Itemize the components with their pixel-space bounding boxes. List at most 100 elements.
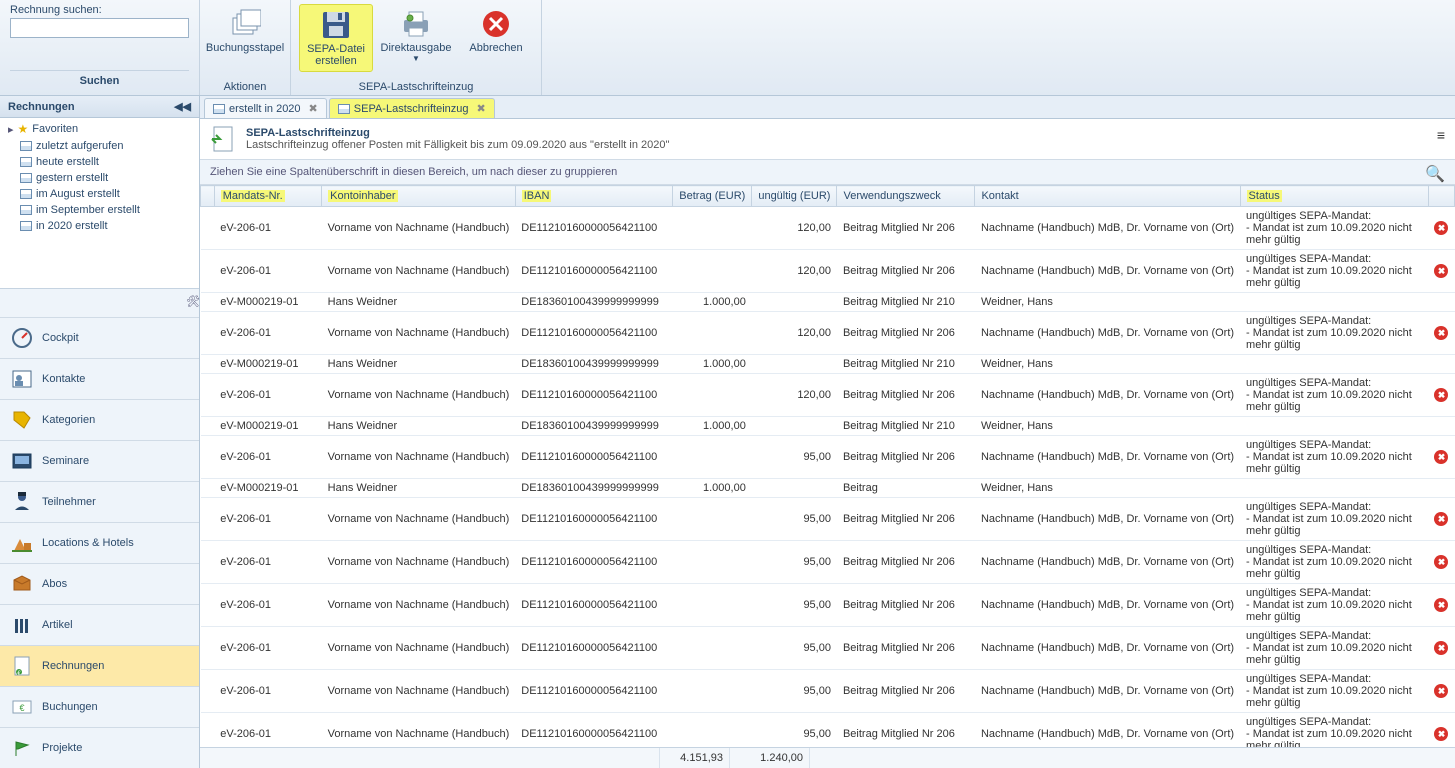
sidebar-nav-teilnehmer[interactable]: Teilnehmer — [0, 481, 199, 522]
error-icon: ✖ — [1434, 264, 1448, 278]
nav-icon — [10, 613, 34, 637]
search-label: Rechnung suchen: — [10, 4, 189, 16]
table-row[interactable]: eV-M000219-01Hans WeidnerDE1836010043999… — [201, 355, 1455, 374]
sidebar-tree-item[interactable]: zuletzt aufgerufen — [0, 138, 199, 154]
column-header[interactable]: ungültig (EUR) — [752, 186, 837, 207]
grid-icon — [20, 141, 32, 151]
nav-icon — [10, 490, 34, 514]
floppy-icon — [320, 9, 352, 41]
printer-icon — [400, 8, 432, 40]
table-row[interactable]: eV-M000219-01Hans WeidnerDE1836010043999… — [201, 293, 1455, 312]
nav-icon — [10, 408, 34, 432]
sidebar-nav-buchungen[interactable]: €Buchungen — [0, 686, 199, 727]
wrench-icon[interactable]: 🛠 — [185, 293, 201, 309]
table-row[interactable]: eV-206-01Vorname von Nachname (Handbuch)… — [201, 250, 1455, 293]
column-header[interactable]: Verwendungszweck — [837, 186, 975, 207]
nav-icon — [10, 326, 34, 350]
error-icon: ✖ — [1434, 450, 1448, 464]
table-row[interactable]: eV-206-01Vorname von Nachname (Handbuch)… — [201, 670, 1455, 713]
ribbon-abbrechen[interactable]: Abbrechen — [459, 4, 533, 58]
star-icon: ★ — [18, 122, 29, 136]
sidebar-tree-item[interactable]: in 2020 erstellt — [0, 218, 199, 234]
sidebar-tree-item[interactable]: im September erstellt — [0, 202, 199, 218]
table-row[interactable]: eV-M000219-01Hans WeidnerDE1836010043999… — [201, 479, 1455, 498]
ribbon-direktausgabe[interactable]: Direktausgabe ▼ — [379, 4, 453, 67]
search-panel: Rechnung suchen: Suchen — [0, 0, 200, 95]
grid-small-icon — [213, 104, 225, 114]
table-row[interactable]: eV-206-01Vorname von Nachname (Handbuch)… — [201, 436, 1455, 479]
grid-small-icon — [338, 104, 350, 114]
sidebar-tree: ▸★Favoritenzuletzt aufgerufenheute erste… — [0, 118, 199, 289]
sidebar-nav-seminare[interactable]: Seminare — [0, 440, 199, 481]
column-header[interactable]: Kontakt — [975, 186, 1240, 207]
group-bar[interactable]: Ziehen Sie eine Spaltenüberschrift in di… — [200, 160, 1455, 185]
sidebar-nav-kontakte[interactable]: Kontakte — [0, 358, 199, 399]
error-icon: ✖ — [1434, 326, 1448, 340]
grid-footer: 4.151,931.240,00 — [200, 747, 1455, 768]
ribbon-buchungsstapel[interactable]: Buchungsstapel — [208, 4, 282, 58]
grid-icon — [20, 189, 32, 199]
sepa-page-icon — [210, 125, 238, 153]
nav-icon — [10, 736, 34, 760]
table-row[interactable]: eV-M000219-01Hans WeidnerDE1836010043999… — [201, 417, 1455, 436]
collapse-icon[interactable]: ◀◀ — [174, 100, 191, 113]
nav-icon — [10, 531, 34, 555]
total-ungueltig: 1.240,00 — [730, 748, 810, 768]
sidebar-navs: CockpitKontakteKategorienSeminareTeilneh… — [0, 317, 199, 768]
nav-icon — [10, 572, 34, 596]
sidebar-tree-item[interactable]: ▸★Favoriten — [0, 120, 199, 138]
table-row[interactable]: eV-206-01Vorname von Nachname (Handbuch)… — [201, 541, 1455, 584]
table-row[interactable]: eV-206-01Vorname von Nachname (Handbuch)… — [201, 312, 1455, 355]
close-icon[interactable]: ✖ — [309, 102, 318, 115]
nav-icon: € — [10, 695, 34, 719]
table-row[interactable]: eV-206-01Vorname von Nachname (Handbuch)… — [201, 498, 1455, 541]
table-row[interactable]: eV-206-01Vorname von Nachname (Handbuch)… — [201, 207, 1455, 250]
sidebar-nav-rechnungen[interactable]: €Rechnungen — [0, 645, 199, 686]
sidebar-nav-cockpit[interactable]: Cockpit — [0, 317, 199, 358]
column-header[interactable]: IBAN — [515, 186, 673, 207]
tab[interactable]: erstellt in 2020✖ — [204, 98, 327, 118]
sidebar-nav-locations-hotels[interactable]: Locations & Hotels — [0, 522, 199, 563]
close-icon[interactable]: ✖ — [477, 102, 486, 115]
table-row[interactable]: eV-206-01Vorname von Nachname (Handbuch)… — [201, 713, 1455, 748]
sidebar-tree-item[interactable]: gestern erstellt — [0, 170, 199, 186]
nav-icon — [10, 367, 34, 391]
error-icon: ✖ — [1434, 727, 1448, 741]
menu-icon[interactable]: ≡ — [1437, 127, 1445, 143]
search-icon[interactable]: 🔍 — [1425, 164, 1445, 184]
page-header: SEPA-Lastschrifteinzug Lastschrifteinzug… — [200, 119, 1455, 160]
column-header[interactable] — [1428, 186, 1454, 207]
table-row[interactable]: eV-206-01Vorname von Nachname (Handbuch)… — [201, 627, 1455, 670]
page-subtitle: Lastschrifteinzug offener Posten mit Fäl… — [246, 139, 669, 151]
cancel-icon — [480, 8, 512, 40]
sidebar-tree-item[interactable]: heute erstellt — [0, 154, 199, 170]
error-icon: ✖ — [1434, 684, 1448, 698]
data-grid[interactable]: Mandats-Nr.KontoinhaberIBANBetrag (EUR)u… — [200, 185, 1455, 747]
sidebar-nav-artikel[interactable]: Artikel — [0, 604, 199, 645]
error-icon: ✖ — [1434, 598, 1448, 612]
sidebar-nav-abos[interactable]: Abos — [0, 563, 199, 604]
table-row[interactable]: eV-206-01Vorname von Nachname (Handbuch)… — [201, 374, 1455, 417]
sidebar-nav-kategorien[interactable]: Kategorien — [0, 399, 199, 440]
svg-text:€: € — [19, 703, 24, 713]
column-header[interactable]: Mandats-Nr. — [214, 186, 321, 207]
column-header[interactable]: Betrag (EUR) — [673, 186, 752, 207]
error-icon: ✖ — [1434, 641, 1448, 655]
column-header[interactable]: Status — [1240, 186, 1428, 207]
page-title: SEPA-Lastschrifteinzug — [246, 127, 669, 139]
dropdown-arrow-icon: ▼ — [412, 54, 420, 63]
column-header[interactable]: Kontoinhaber — [322, 186, 516, 207]
error-icon: ✖ — [1434, 555, 1448, 569]
error-icon: ✖ — [1434, 388, 1448, 402]
error-icon: ✖ — [1434, 221, 1448, 235]
ribbon-group-aktionen: Aktionen — [208, 79, 282, 95]
tab[interactable]: SEPA-Lastschrifteinzug✖ — [329, 98, 495, 118]
sidebar: Rechnungen ◀◀ ▸★Favoritenzuletzt aufgeru… — [0, 96, 200, 768]
table-row[interactable]: eV-206-01Vorname von Nachname (Handbuch)… — [201, 584, 1455, 627]
error-icon: ✖ — [1434, 512, 1448, 526]
sidebar-nav-projekte[interactable]: Projekte — [0, 727, 199, 768]
sidebar-tree-item[interactable]: im August erstellt — [0, 186, 199, 202]
search-input[interactable] — [10, 18, 189, 38]
ribbon-sepa-datei[interactable]: SEPA-Datei erstellen — [299, 4, 373, 72]
search-button[interactable]: Suchen — [10, 70, 189, 91]
